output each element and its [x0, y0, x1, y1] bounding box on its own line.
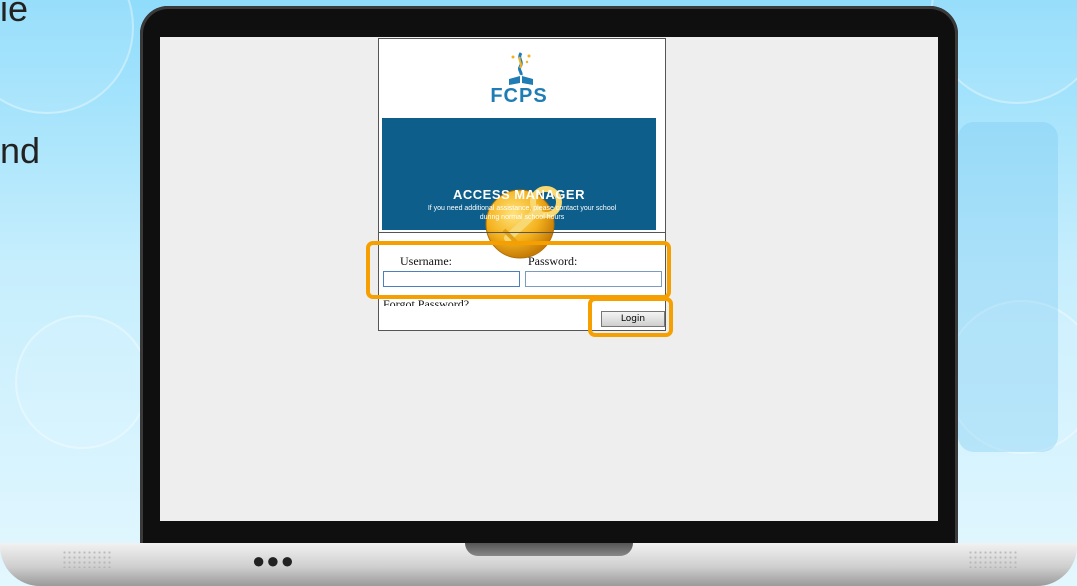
speaker-grille-left [62, 550, 112, 568]
slide-partial-text-top: ie [0, 0, 29, 29]
access-manager-banner: ACCESS MANAGER If you need additional as… [382, 118, 656, 259]
slide-partial-text-mid: nd [0, 130, 41, 171]
fcps-logo-text: FCPS [490, 85, 548, 107]
laptop-screen: FCPS ACCESS MANAGER If you need addition… [160, 37, 938, 521]
fcps-logo-icon [509, 52, 533, 85]
bg-panel [958, 122, 1058, 452]
forgot-password-link[interactable]: Forgot Password? [383, 298, 469, 306]
dots-icon: ●●● [252, 548, 295, 573]
login-button-highlight [588, 297, 673, 337]
banner-logo-area: FCPS [382, 41, 656, 117]
speaker-grille-right [968, 550, 1018, 568]
divider [379, 232, 665, 233]
laptop-notch [465, 543, 633, 556]
credentials-highlight [366, 241, 671, 299]
assistance-note: If you need additional assistance, pleas… [427, 205, 617, 221]
access-manager-title: ACCESS MANAGER [453, 187, 585, 202]
bg-bubble [15, 315, 149, 449]
